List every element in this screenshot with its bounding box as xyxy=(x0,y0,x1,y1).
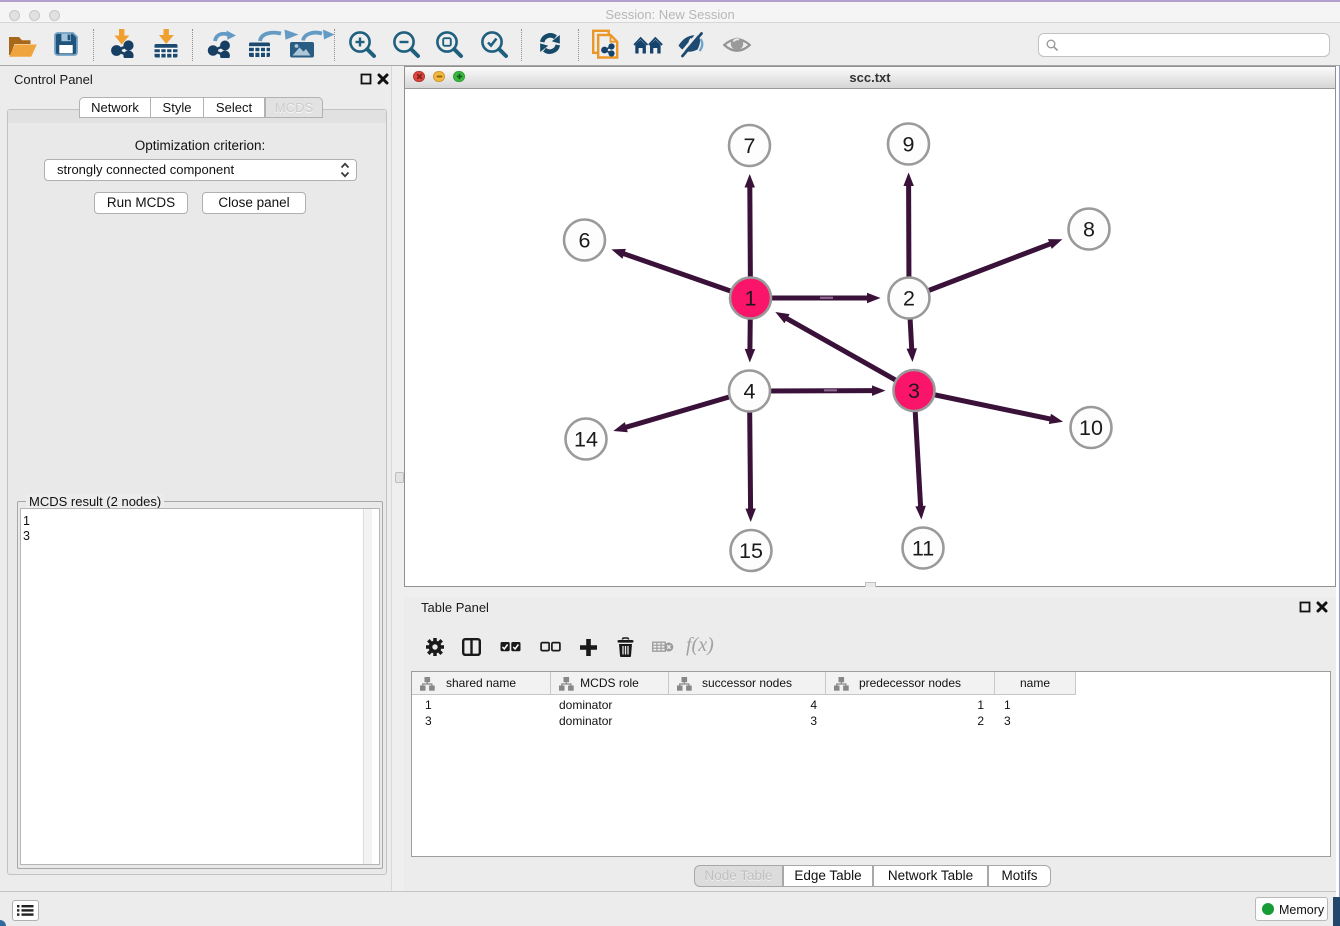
svg-text:3: 3 xyxy=(908,379,920,403)
svg-text:11: 11 xyxy=(912,537,934,561)
svg-text:10: 10 xyxy=(1079,416,1103,440)
svg-text:8: 8 xyxy=(1083,218,1095,242)
svg-text:14: 14 xyxy=(574,428,598,452)
svg-text:6: 6 xyxy=(579,229,591,253)
svg-text:7: 7 xyxy=(744,134,756,158)
svg-text:9: 9 xyxy=(903,133,915,157)
svg-text:15: 15 xyxy=(739,539,763,563)
svg-text:1: 1 xyxy=(745,287,757,311)
svg-text:4: 4 xyxy=(744,380,756,404)
svg-text:2: 2 xyxy=(903,287,915,311)
